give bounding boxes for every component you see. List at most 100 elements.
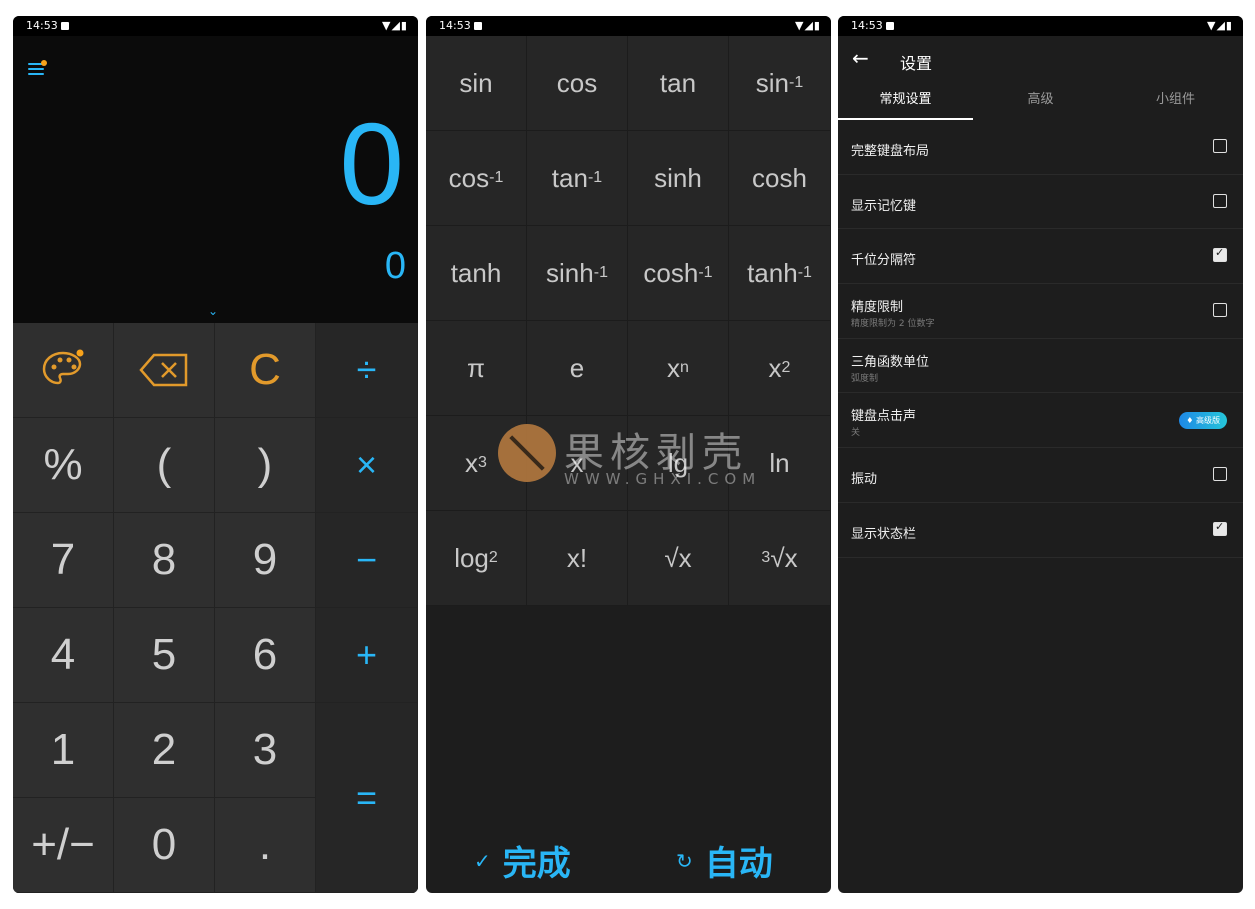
status-bar: 14:53 ▼◢▮: [426, 16, 831, 36]
setting-checkbox[interactable]: [1213, 193, 1227, 208]
setting-checkbox[interactable]: [1213, 467, 1227, 482]
palette-button[interactable]: [13, 323, 114, 418]
function-key-1[interactable]: cos: [527, 36, 628, 131]
tab-0[interactable]: 常规设置: [838, 80, 973, 120]
key-13[interactable]: 5: [114, 608, 215, 703]
key-16[interactable]: 1: [13, 703, 114, 798]
auto-button[interactable]: ↻ 自动: [676, 836, 773, 885]
function-key-16[interactable]: x3: [426, 416, 527, 511]
setting-row[interactable]: 三角函数单位 弧度制: [838, 339, 1243, 394]
back-arrow-icon[interactable]: ←: [852, 46, 869, 70]
function-key-17[interactable]: x: [527, 416, 628, 511]
function-key-5[interactable]: tan -1: [527, 131, 628, 226]
function-key-2[interactable]: tan: [628, 36, 729, 131]
settings-toolbar: ← 设置: [838, 36, 1243, 80]
auto-label: 自动: [704, 844, 773, 884]
key-6[interactable]: ): [215, 418, 316, 513]
setting-row[interactable]: 振动: [838, 448, 1243, 503]
page-title: 设置: [900, 54, 933, 73]
function-key-6[interactable]: sinh: [628, 131, 729, 226]
function-key-10[interactable]: cosh -1: [628, 226, 729, 321]
setting-title: 完整键盘布局: [851, 144, 930, 159]
key-2[interactable]: C: [215, 323, 316, 418]
function-key-19[interactable]: ln: [729, 416, 831, 511]
key-17[interactable]: 2: [114, 703, 215, 798]
setting-row[interactable]: 精度限制 精度限制为 2 位数字: [838, 284, 1243, 339]
result-value: 0: [339, 99, 404, 229]
tab-1[interactable]: 高级: [973, 80, 1108, 120]
calculator-screen: 14:53 ▼◢▮ 0 0 ⌄ C ÷%() × 7 8 9−4 5 6 +1 2 3 = +/− 0.: [13, 16, 418, 893]
setting-title: 千位分隔符: [851, 253, 917, 269]
key-11[interactable]: −: [316, 513, 418, 608]
function-key-18[interactable]: lg: [628, 416, 729, 511]
status-time: 14:53: [439, 19, 471, 32]
function-key-14[interactable]: xn: [628, 321, 729, 416]
setting-checkbox[interactable]: [1213, 246, 1227, 263]
setting-subtitle: 关: [851, 428, 861, 439]
notification-dot: [41, 60, 47, 66]
calc-keypad: C ÷%() × 7 8 9− 4 5 6 +1 2 3 = +/− 0.: [13, 323, 418, 893]
key-9[interactable]: 8: [114, 513, 215, 608]
key-20[interactable]: +/−: [13, 798, 114, 893]
status-time: 14:53: [851, 19, 883, 32]
function-key-7[interactable]: cosh: [729, 131, 831, 226]
function-key-3[interactable]: sin -1: [729, 36, 831, 131]
status-bar: 14:53 ▼◢▮: [13, 16, 418, 36]
function-key-11[interactable]: tanh -1: [729, 226, 831, 321]
function-key-21[interactable]: x!: [527, 511, 628, 606]
done-button[interactable]: ✓ 完成: [474, 836, 571, 885]
setting-title: 显示状态栏: [851, 526, 917, 542]
notification-icon: [886, 22, 894, 30]
system-icons: ▼◢▮: [795, 19, 821, 32]
function-key-9[interactable]: sinh -1: [527, 226, 628, 321]
function-key-23[interactable]: 3 √x: [729, 511, 831, 606]
done-label: 完成: [502, 844, 571, 884]
function-key-8[interactable]: tanh: [426, 226, 527, 321]
setting-checkbox[interactable]: [1213, 139, 1227, 153]
key-5[interactable]: (: [114, 418, 215, 513]
tab-2[interactable]: 小组件: [1108, 80, 1243, 120]
function-key-0[interactable]: sin: [426, 36, 527, 131]
key-21[interactable]: 0: [114, 798, 215, 893]
key-12[interactable]: 4: [13, 608, 114, 703]
refresh-icon: ↻: [676, 848, 693, 873]
function-key-15[interactable]: x2: [729, 321, 831, 416]
key-22[interactable]: .: [215, 798, 316, 893]
system-icons: ▼◢▮: [1207, 19, 1233, 32]
setting-subtitle: 精度限制为 2 位数字: [851, 319, 935, 330]
function-keyboard-screen: 14:53 ▼◢▮ sin cos tan sin -1 cos -1 tan -1 sinh co…: [426, 16, 831, 893]
setting-title: 三角函数单位: [851, 354, 930, 370]
function-key-20[interactable]: log 2: [426, 511, 527, 606]
key-8[interactable]: 7: [13, 513, 114, 608]
key-10[interactable]: 9: [215, 513, 316, 608]
key-19[interactable]: =: [316, 703, 418, 893]
key-4[interactable]: %: [13, 418, 114, 513]
function-key-22[interactable]: √x: [628, 511, 729, 606]
function-key-12[interactable]: π: [426, 321, 527, 416]
key-7[interactable]: ×: [316, 418, 418, 513]
settings-list: 完整键盘布局显示记忆键千位分隔符精度限制精度限制为 2 位数字三角函数单位弧度制…: [838, 120, 1243, 558]
settings-screen: 14:53 ▼◢▮ ← 设置 常规设置 高级 小组件 完整键盘布局显示记忆键千位分隔…: [838, 16, 1243, 893]
backspace-button[interactable]: [114, 323, 215, 418]
function-key-13[interactable]: e: [527, 321, 628, 416]
calc-display: 0 0 ⌄: [13, 36, 418, 323]
notification-icon: [61, 22, 69, 30]
setting-row[interactable]: 千位分隔符: [838, 229, 1243, 285]
check-icon: ✓: [474, 848, 491, 873]
setting-row[interactable]: 键盘点击声关 ♦ 高级版: [838, 393, 1243, 449]
key-14[interactable]: 6: [215, 608, 316, 703]
bottom-actions: ✓ 完成 ↻ 自动: [426, 836, 831, 886]
setting-row[interactable]: 显示状态栏: [838, 503, 1243, 558]
backspace-icon: [139, 353, 188, 387]
settings-tabs: 常规设置 高级 小组件: [838, 80, 1243, 120]
setting-checkbox[interactable]: [1213, 303, 1227, 318]
function-key-4[interactable]: cos -1: [426, 131, 527, 226]
setting-checkbox[interactable]: [1213, 520, 1227, 536]
key-15[interactable]: +: [316, 608, 418, 703]
chevron-down-icon[interactable]: ⌄: [208, 304, 218, 318]
key-3[interactable]: ÷: [316, 323, 418, 418]
premium-badge: ♦ 高级版: [1179, 412, 1227, 430]
setting-row[interactable]: 完整键盘布局: [838, 120, 1243, 175]
key-18[interactable]: 3: [215, 703, 316, 798]
setting-row[interactable]: 显示记忆键: [838, 175, 1243, 230]
